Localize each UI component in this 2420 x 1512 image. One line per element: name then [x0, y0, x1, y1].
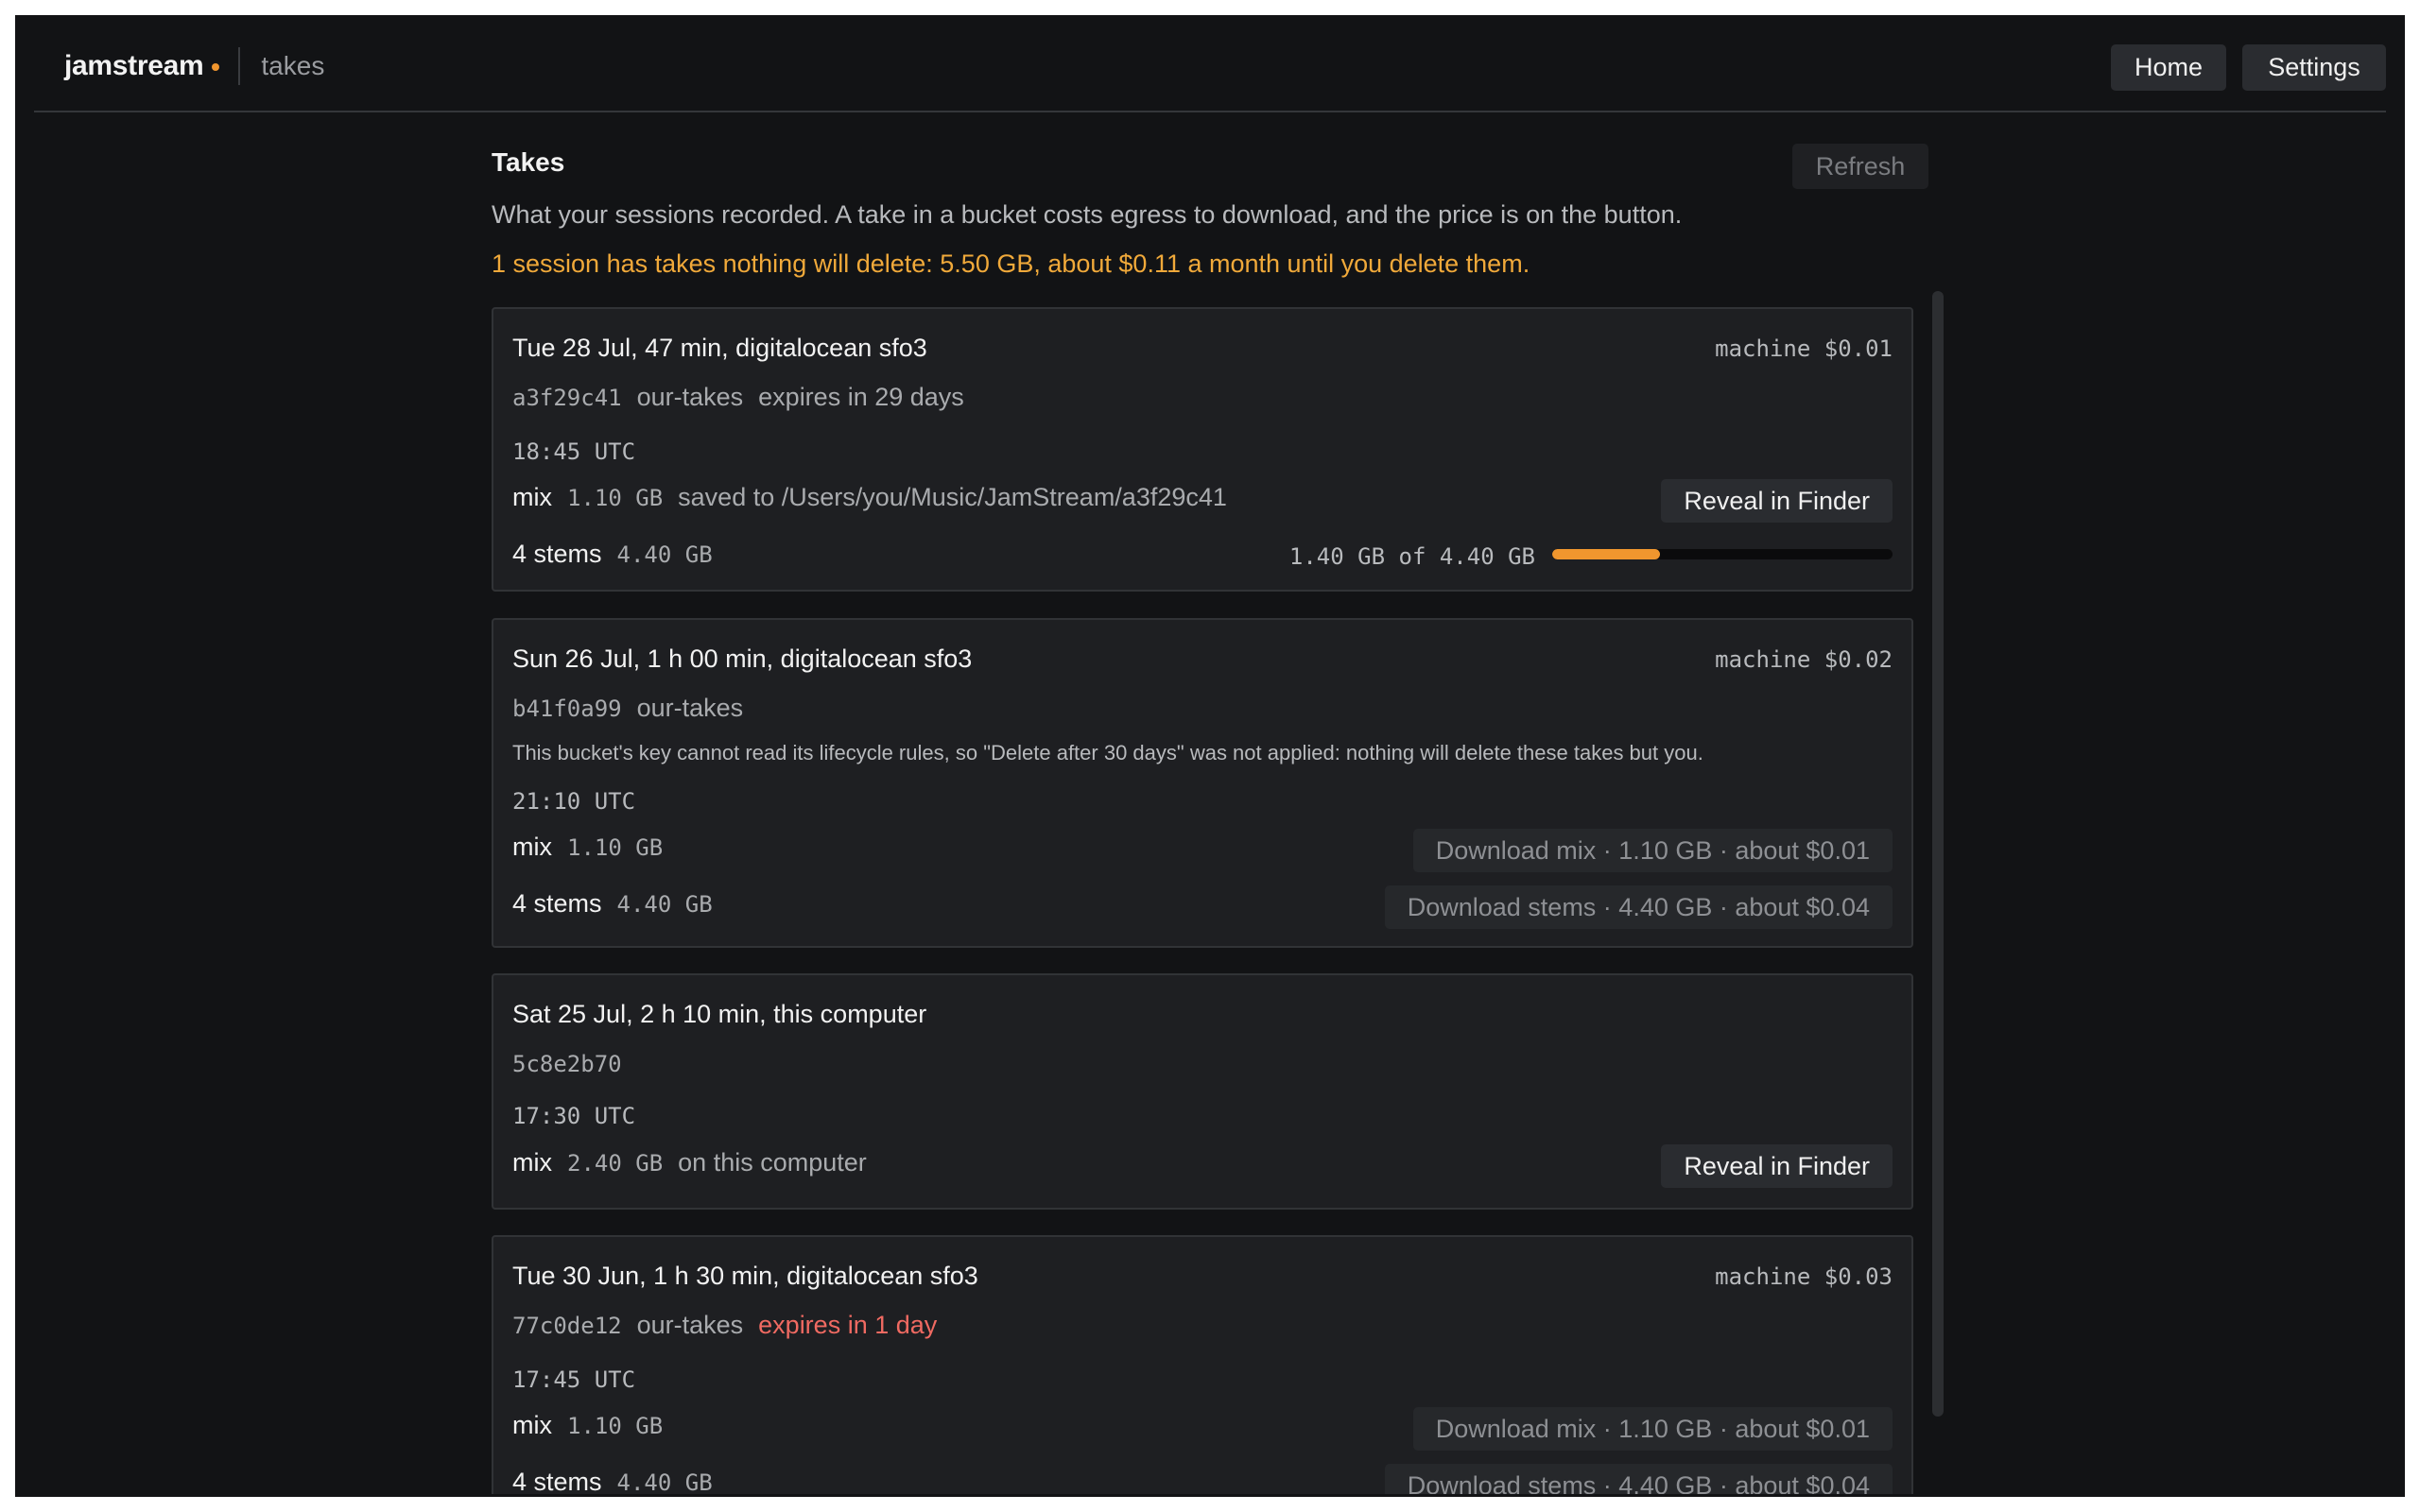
- stems-label: 4 stems: [512, 889, 602, 918]
- reveal-in-finder-button[interactable]: Reveal in Finder: [1661, 479, 1893, 523]
- session-time: 17:45 UTC: [512, 1366, 636, 1393]
- download-mix-button[interactable]: Download mix · 1.10 GB · about $0.01: [1412, 829, 1893, 872]
- mix-size: 1.10 GB: [567, 834, 664, 861]
- bucket-name: our-takes: [636, 383, 744, 411]
- session-time: 21:10 UTC: [512, 788, 636, 815]
- session-card: Sun 26 Jul, 1 h 00 min, digitalocean sfo…: [492, 618, 1913, 948]
- page-title: Takes: [492, 147, 565, 177]
- session-title: Tue 30 Jun, 1 h 30 min, digitalocean sfo…: [512, 1262, 978, 1290]
- settings-button[interactable]: Settings: [2242, 44, 2386, 91]
- bucket-name: our-takes: [636, 694, 744, 722]
- stems-row: 4 stems 4.40 GB: [512, 1468, 713, 1494]
- mix-label: mix: [512, 1148, 552, 1177]
- app-window: jamstream takes Home Settings Takes Refr…: [15, 15, 2405, 1497]
- brand-name: jamstream: [64, 50, 204, 81]
- session-meta: 5c8e2b70: [512, 1051, 622, 1077]
- session-meta: b41f0a99 our-takes: [512, 694, 743, 723]
- mix-row: mix 1.10 GB saved to /Users/you/Music/Ja…: [512, 483, 1227, 512]
- session-card: Tue 30 Jun, 1 h 30 min, digitalocean sfo…: [492, 1235, 1913, 1494]
- stems-size: 4.40 GB: [616, 891, 713, 918]
- brand: jamstream takes: [64, 47, 324, 85]
- mix-location: on this computer: [678, 1148, 867, 1177]
- session-meta: a3f29c41 our-takes expires in 29 days: [512, 383, 964, 412]
- stems-size: 4.40 GB: [616, 1469, 713, 1494]
- machine-cost: machine $0.02: [1715, 646, 1893, 673]
- session-time: 18:45 UTC: [512, 438, 636, 465]
- mix-location: saved to /Users/you/Music/JamStream/a3f2…: [678, 483, 1227, 511]
- download-stems-button[interactable]: Download stems · 4.40 GB · about $0.04: [1384, 1464, 1893, 1494]
- status-dot-icon: [212, 63, 220, 71]
- machine-cost: machine $0.01: [1715, 335, 1893, 362]
- mix-label: mix: [512, 483, 552, 511]
- stems-size: 4.40 GB: [616, 541, 713, 568]
- mix-row: mix 1.10 GB: [512, 1411, 663, 1440]
- mix-label: mix: [512, 1411, 552, 1439]
- stems-row: 4 stems 4.40 GB: [512, 889, 713, 919]
- session-meta: 77c0de12 our-takes expires in 1 day: [512, 1311, 937, 1340]
- mix-row: mix 2.40 GB on this computer: [512, 1148, 867, 1177]
- intro-text: What your sessions recorded. A take in a…: [492, 200, 1683, 229]
- top-bar: jamstream takes Home Settings: [34, 15, 2386, 112]
- machine-cost: machine $0.03: [1715, 1263, 1893, 1290]
- download-stems-button[interactable]: Download stems · 4.40 GB · about $0.04: [1384, 885, 1893, 929]
- download-mix-button[interactable]: Download mix · 1.10 GB · about $0.01: [1412, 1407, 1893, 1451]
- download-progress-fill: [1552, 549, 1661, 559]
- mix-size: 2.40 GB: [567, 1150, 664, 1177]
- session-card: Sat 25 Jul, 2 h 10 min, this computer 5c…: [492, 973, 1913, 1210]
- session-id: 5c8e2b70: [512, 1051, 622, 1077]
- lifecycle-note: This bucket's key cannot read its lifecy…: [512, 741, 1703, 765]
- download-progress-bar: [1552, 549, 1893, 559]
- page-name: takes: [261, 51, 325, 80]
- bucket-name: our-takes: [636, 1311, 744, 1339]
- mix-row: mix 1.10 GB: [512, 833, 663, 862]
- stems-label: 4 stems: [512, 1468, 602, 1494]
- scrollbar[interactable]: [1932, 291, 1944, 1417]
- home-button[interactable]: Home: [2111, 44, 2226, 91]
- brand-divider: [238, 47, 241, 85]
- session-id: a3f29c41: [512, 385, 622, 411]
- takes-panel: Takes Refresh What your sessions recorde…: [492, 112, 1944, 1494]
- session-title: Sun 26 Jul, 1 h 00 min, digitalocean sfo…: [512, 644, 973, 673]
- reveal-in-finder-button[interactable]: Reveal in Finder: [1661, 1144, 1893, 1188]
- download-progress-text: 1.40 GB of 4.40 GB: [1288, 543, 1535, 570]
- expiry-text: expires in 1 day: [758, 1311, 938, 1339]
- stems-label: 4 stems: [512, 540, 602, 568]
- session-id: b41f0a99: [512, 696, 622, 722]
- session-time: 17:30 UTC: [512, 1103, 636, 1129]
- session-card: Tue 28 Jul, 47 min, digitalocean sfo3 ma…: [492, 307, 1913, 592]
- session-title: Sat 25 Jul, 2 h 10 min, this computer: [512, 1000, 927, 1028]
- stems-row: 4 stems 4.40 GB: [512, 540, 713, 569]
- mix-size: 1.10 GB: [567, 1413, 664, 1439]
- expiry-text: expires in 29 days: [758, 383, 964, 411]
- mix-label: mix: [512, 833, 552, 861]
- mix-size: 1.10 GB: [567, 485, 664, 511]
- refresh-button[interactable]: Refresh: [1792, 144, 1928, 189]
- session-id: 77c0de12: [512, 1313, 622, 1339]
- session-title: Tue 28 Jul, 47 min, digitalocean sfo3: [512, 334, 927, 362]
- retention-warning: 1 session has takes nothing will delete:…: [492, 249, 1530, 278]
